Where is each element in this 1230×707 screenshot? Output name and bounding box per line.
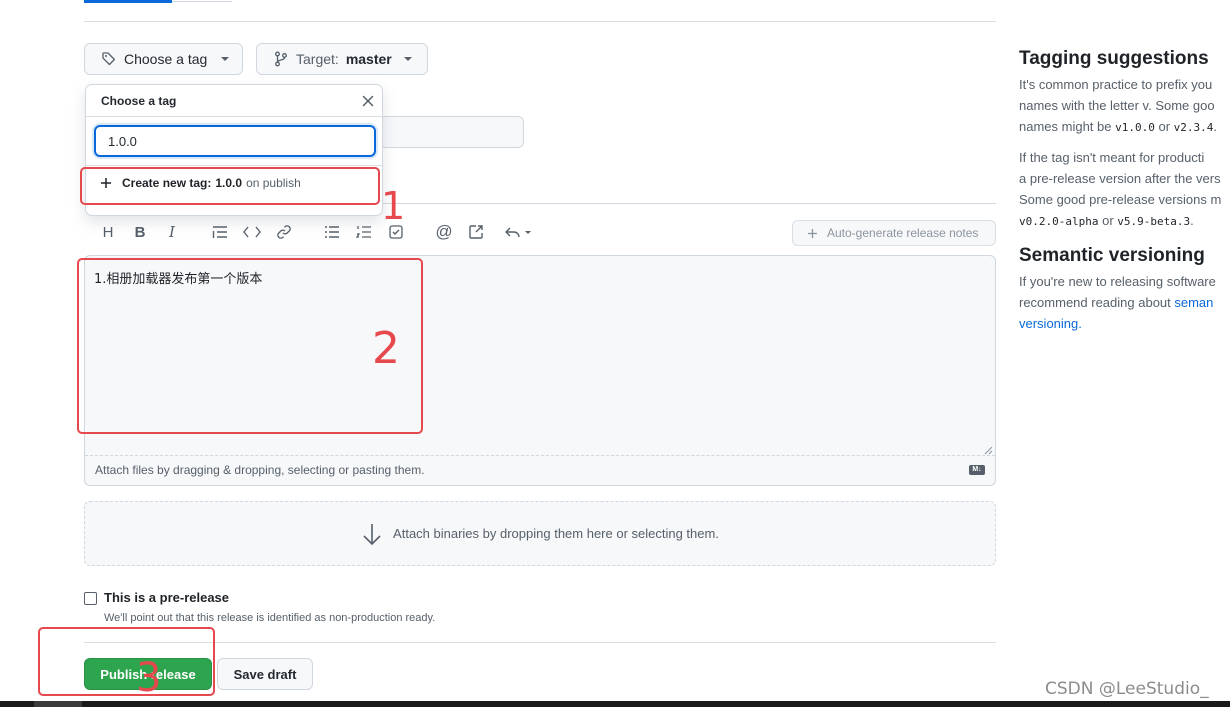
- branch-icon: [274, 51, 288, 67]
- choose-tag-button[interactable]: Choose a tag: [84, 43, 243, 75]
- tagging-p1-line3: names might be v1.0.0 or v2.3.4.: [1019, 116, 1217, 138]
- attach-files-hint[interactable]: Attach files by dragging & dropping, sel…: [95, 463, 425, 477]
- release-title-input[interactable]: [380, 116, 524, 148]
- code-example: v0.2.0-alpha: [1019, 215, 1099, 228]
- annotation-number-2: 2: [372, 323, 400, 374]
- save-draft-button[interactable]: Save draft: [217, 658, 313, 690]
- tag-dropdown-divider: [86, 165, 382, 166]
- semver-link[interactable]: seman: [1174, 295, 1213, 310]
- semantic-versioning-title: Semantic versioning: [1019, 245, 1205, 266]
- annotation-number-1: 1: [381, 184, 406, 228]
- prerelease-hint: We'll point out that this release is ide…: [104, 612, 436, 624]
- text: or: [1154, 119, 1174, 134]
- tagging-p1-line1: It's common practice to prefix you: [1019, 77, 1213, 92]
- semver-line2: recommend reading about seman: [1019, 292, 1213, 313]
- semver-line1: If you're new to releasing software: [1019, 274, 1216, 289]
- attach-binaries-dropzone[interactable]: Attach binaries by dropping them here or…: [84, 501, 996, 566]
- prerelease-checkbox[interactable]: [84, 592, 97, 605]
- code-icon[interactable]: [241, 221, 263, 243]
- chevron-down-icon: [403, 57, 412, 61]
- tagging-p2-line2: a pre-release version after the vers: [1019, 171, 1221, 186]
- top-tab-underline: [84, 0, 172, 3]
- tag-icon: [101, 51, 117, 67]
- plus-icon: [807, 228, 818, 239]
- ordered-list-icon[interactable]: [353, 221, 375, 243]
- text: names might be: [1019, 119, 1116, 134]
- code-example: v2.3.4: [1173, 121, 1214, 134]
- editor-tabs-divider: [383, 203, 996, 204]
- reference-icon[interactable]: [465, 221, 487, 243]
- text: .: [1190, 213, 1194, 228]
- target-branch-button[interactable]: Target: master: [256, 43, 428, 75]
- link-icon[interactable]: [273, 221, 295, 243]
- markdown-icon: M↓: [969, 465, 985, 475]
- tagging-p2-line1: If the tag isn't meant for producti: [1019, 150, 1205, 165]
- auto-generate-notes-button[interactable]: Auto-generate release notes: [792, 220, 996, 246]
- auto-generate-notes-label: Auto-generate release notes: [827, 226, 979, 240]
- chevron-down-icon: [221, 57, 230, 61]
- undo-icon[interactable]: [503, 221, 535, 243]
- choose-tag-label: Choose a tag: [124, 51, 208, 67]
- annotation-box-1: [80, 167, 380, 205]
- quote-icon[interactable]: [209, 221, 231, 243]
- prerelease-label[interactable]: This is a pre-release: [104, 590, 229, 605]
- code-example: v5.9-beta.3: [1117, 215, 1191, 228]
- tagging-p2-line4: v0.2.0-alpha or v5.9-beta.3.: [1019, 210, 1194, 232]
- bold-icon[interactable]: B: [129, 221, 151, 243]
- mention-icon[interactable]: @: [433, 221, 455, 243]
- tag-dropdown-header-divider: [86, 116, 382, 117]
- italic-icon[interactable]: I: [161, 221, 183, 243]
- editor-footer-divider: [85, 455, 995, 456]
- arrow-down-icon: [361, 522, 383, 546]
- target-branch: master: [345, 51, 392, 67]
- annotation-box-3: [38, 627, 215, 696]
- text: or: [1098, 213, 1118, 228]
- resize-handle-icon[interactable]: [983, 442, 993, 455]
- text: recommend reading about: [1019, 295, 1175, 310]
- tagging-p2-line3: Some good pre-release versions m: [1019, 192, 1222, 207]
- bottom-bar-highlight: [34, 701, 82, 707]
- bottom-bar: [0, 701, 1230, 707]
- top-tab-rest: [172, 0, 232, 2]
- tagging-p1-line2: names with the letter v. Some goo: [1019, 98, 1215, 113]
- annotation-number-3: 3: [136, 655, 162, 701]
- tag-dropdown-title: Choose a tag: [101, 94, 177, 108]
- top-divider: [84, 21, 996, 22]
- text: .: [1213, 119, 1218, 134]
- heading-icon[interactable]: H: [97, 221, 119, 243]
- semver-line3: versioning.: [1019, 313, 1082, 334]
- unordered-list-icon[interactable]: [321, 221, 343, 243]
- watermark: CSDN @LeeStudio_: [1045, 679, 1209, 699]
- target-prefix: Target:: [296, 51, 339, 67]
- code-example: v1.0.0: [1115, 121, 1155, 134]
- semver-link[interactable]: versioning.: [1019, 316, 1082, 331]
- tagging-suggestions-title: Tagging suggestions: [1019, 48, 1209, 69]
- actions-divider: [84, 642, 996, 643]
- tag-search-input[interactable]: 1.0.0: [94, 125, 376, 157]
- close-icon[interactable]: [360, 93, 376, 109]
- attach-binaries-label: Attach binaries by dropping them here or…: [393, 526, 719, 541]
